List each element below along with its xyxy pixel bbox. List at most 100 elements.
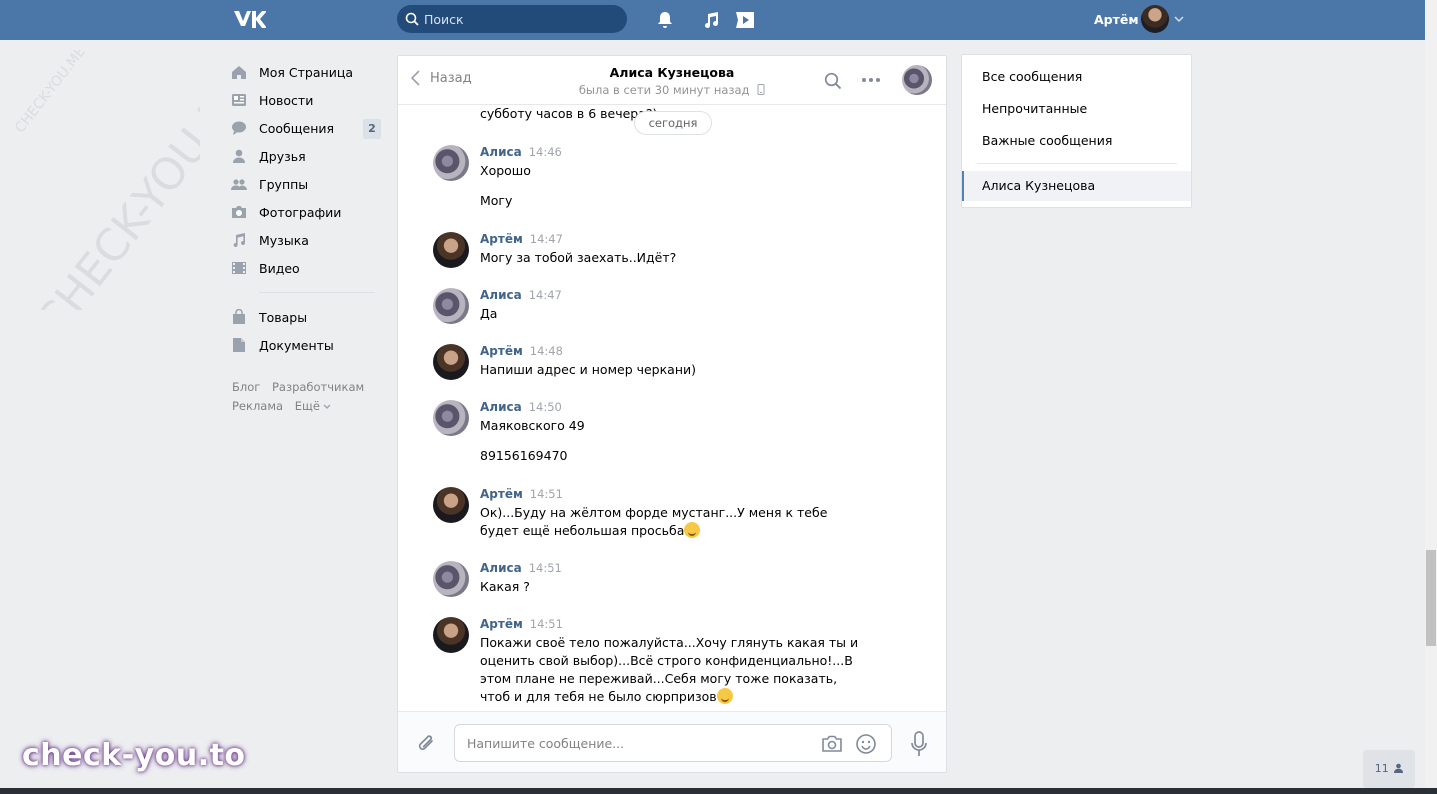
paperclip-icon[interactable] bbox=[417, 733, 437, 755]
search-input[interactable] bbox=[424, 5, 619, 33]
scrollbar-thumb[interactable] bbox=[1426, 550, 1436, 646]
nav-item-documents[interactable]: Документы bbox=[231, 331, 381, 359]
active-dialog-item[interactable]: Алиса Кузнецова bbox=[962, 171, 1191, 201]
message-time[interactable]: 14:47 bbox=[529, 288, 562, 302]
filter-all-messages[interactable]: Все сообщения bbox=[982, 69, 1082, 84]
avatar[interactable] bbox=[433, 288, 469, 324]
message-text: Покажи своё тело пожалуйста...Хочу гляну… bbox=[480, 635, 859, 704]
header-avatar[interactable] bbox=[1141, 5, 1169, 33]
message-time[interactable]: 14:51 bbox=[530, 617, 563, 631]
avatar[interactable] bbox=[433, 487, 469, 523]
page-scrollbar[interactable] bbox=[1425, 0, 1437, 788]
message-text: Какая ? bbox=[480, 579, 530, 594]
message-author[interactable]: Алиса 14:47 bbox=[480, 288, 562, 302]
message-author[interactable]: Алиса 14:51 bbox=[480, 561, 562, 575]
filter-important[interactable]: Важные сообщения bbox=[982, 133, 1112, 148]
author-name[interactable]: Алиса bbox=[480, 145, 522, 159]
camera-icon[interactable] bbox=[821, 734, 843, 754]
message-input[interactable] bbox=[467, 725, 807, 761]
messages-filter-menu: Все сообщения Непрочитанные Важные сообщ… bbox=[961, 54, 1192, 208]
header-user-name[interactable]: Артём bbox=[1094, 12, 1139, 27]
friends-icon bbox=[233, 149, 245, 163]
chevron-down-icon[interactable] bbox=[1174, 14, 1184, 24]
message-author[interactable]: Алиса 14:50 bbox=[480, 400, 562, 414]
search-icon bbox=[405, 12, 419, 26]
vk-logo[interactable] bbox=[232, 9, 266, 30]
bell-icon[interactable] bbox=[655, 10, 675, 30]
online-counter-button[interactable]: 11 bbox=[1363, 750, 1415, 788]
message-time[interactable]: 14:47 bbox=[530, 232, 563, 246]
footer-link-ads[interactable]: Реклама bbox=[232, 399, 283, 413]
avatar[interactable] bbox=[433, 145, 469, 181]
avatar[interactable] bbox=[433, 232, 469, 268]
author-name[interactable]: Артём bbox=[480, 487, 523, 501]
message-text: 89156169470 bbox=[480, 448, 568, 463]
top-header: Артём bbox=[0, 0, 1425, 40]
nav-item-groups[interactable]: Группы bbox=[231, 170, 381, 198]
filter-unread[interactable]: Непрочитанные bbox=[982, 101, 1087, 116]
online-count: 11 bbox=[1374, 762, 1389, 775]
author-name[interactable]: Артём bbox=[480, 232, 523, 246]
nav-item-label: Моя Страница bbox=[259, 64, 353, 80]
nav-item-my-page[interactable]: Моя Страница bbox=[231, 58, 381, 86]
author-name[interactable]: Алиса bbox=[480, 561, 522, 575]
search-box[interactable] bbox=[397, 5, 627, 33]
message-time[interactable]: 14:50 bbox=[529, 400, 562, 414]
video-icon[interactable] bbox=[733, 10, 757, 30]
smile-icon[interactable] bbox=[855, 733, 877, 755]
message-text: Напиши адрес и номер черкани) bbox=[480, 362, 697, 377]
nav-item-label: Новости bbox=[259, 92, 314, 108]
footer-link-blog[interactable]: Блог bbox=[232, 380, 260, 394]
microphone-icon[interactable] bbox=[910, 731, 928, 757]
nav-item-photos[interactable]: Фотографии bbox=[231, 198, 381, 226]
message-text: Могу за тобой заехать..Идёт? bbox=[480, 250, 677, 265]
avatar[interactable] bbox=[433, 344, 469, 380]
author-name[interactable]: Алиса bbox=[480, 400, 522, 414]
message-time[interactable]: 14:46 bbox=[529, 145, 562, 159]
more-icon[interactable] bbox=[861, 74, 881, 86]
active-dialog-label[interactable]: Алиса Кузнецова bbox=[982, 178, 1095, 193]
mobile-icon bbox=[757, 84, 765, 95]
watermark-text: check-you.to bbox=[22, 738, 246, 773]
avatar[interactable] bbox=[433, 400, 469, 436]
author-name[interactable]: Артём bbox=[480, 344, 523, 358]
message-author[interactable]: Артём 14:51 bbox=[480, 487, 563, 501]
avatar[interactable] bbox=[433, 617, 469, 653]
chat-avatar[interactable] bbox=[902, 65, 932, 95]
nav-item-friends[interactable]: Друзья bbox=[231, 142, 381, 170]
nav-item-label: Друзья bbox=[259, 148, 306, 164]
nav-item-video[interactable]: Видео bbox=[231, 254, 381, 282]
emoji-icon bbox=[716, 688, 733, 704]
message-input-box[interactable] bbox=[454, 724, 892, 762]
nav-item-market[interactable]: Товары bbox=[231, 303, 381, 331]
svg-text:CHECK-YOU.ME: CHECK-YOU.ME bbox=[12, 50, 89, 136]
author-name[interactable]: Алиса bbox=[480, 288, 522, 302]
chat-header: Назад Алиса Кузнецова была в сети 30 мин… bbox=[398, 56, 946, 105]
message-time[interactable]: 14:48 bbox=[530, 344, 563, 358]
messages-icon bbox=[232, 121, 246, 135]
music-icon[interactable] bbox=[701, 10, 721, 30]
message-author[interactable]: Артём 14:47 bbox=[480, 232, 563, 246]
date-separator: сегодня bbox=[634, 111, 712, 135]
message-author[interactable]: Артём 14:48 bbox=[480, 344, 563, 358]
message-author[interactable]: Артём 14:51 bbox=[480, 617, 563, 631]
menu-divider bbox=[977, 163, 1177, 164]
footer-link-more[interactable]: Ещё bbox=[295, 399, 331, 413]
footer-link-developers[interactable]: Разработчикам bbox=[272, 380, 364, 394]
nav-item-label: Фотографии bbox=[259, 204, 342, 220]
message-time[interactable]: 14:51 bbox=[530, 487, 563, 501]
os-taskbar bbox=[0, 788, 1437, 794]
camera-icon bbox=[232, 206, 246, 218]
author-name[interactable]: Артём bbox=[480, 617, 523, 631]
nav-item-music[interactable]: Музыка bbox=[231, 226, 381, 254]
message-author[interactable]: Алиса 14:46 bbox=[480, 145, 562, 159]
message-time[interactable]: 14:51 bbox=[529, 561, 562, 575]
chat-panel: Назад Алиса Кузнецова была в сети 30 мин… bbox=[397, 55, 947, 773]
search-icon[interactable] bbox=[824, 72, 842, 90]
user-icon bbox=[1394, 763, 1404, 773]
nav-item-news[interactable]: Новости bbox=[231, 86, 381, 114]
emoji-icon bbox=[684, 522, 701, 538]
nav-item-messages[interactable]: Сообщения 2 bbox=[231, 114, 381, 142]
avatar[interactable] bbox=[433, 561, 469, 597]
nav-item-label: Товары bbox=[259, 309, 308, 325]
